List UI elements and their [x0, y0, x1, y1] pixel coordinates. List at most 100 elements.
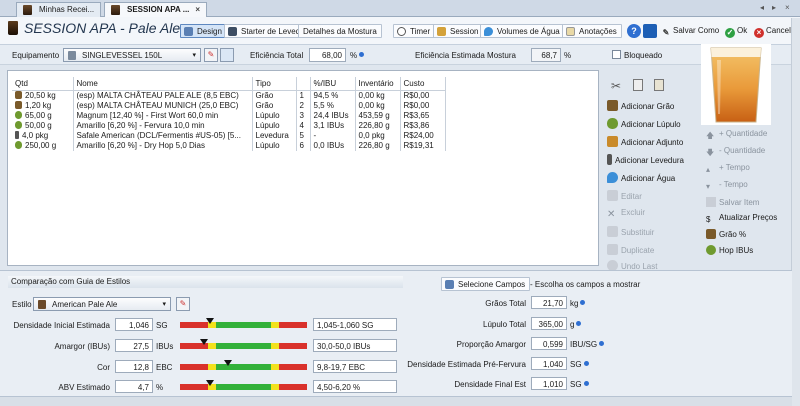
- hop-icon: [607, 118, 618, 129]
- save-as-button[interactable]: ✎ Salvar Como: [661, 26, 720, 38]
- stat-unit: EBC: [156, 363, 173, 372]
- replace-button[interactable]: Substituir: [607, 226, 654, 241]
- beer-color-preview: [701, 44, 771, 125]
- info-dot-icon: [583, 361, 589, 366]
- tab-minhas-receitas[interactable]: Minhas Recei...: [16, 2, 102, 17]
- hop-ibus-button[interactable]: Hop IBUs: [706, 245, 753, 255]
- decrease-time-button[interactable]: ▾ - Tempo: [706, 180, 748, 192]
- style-select[interactable]: American Pale Ale ▾: [33, 297, 171, 311]
- mash-efficiency-value: 68,7: [531, 48, 561, 62]
- field-unit: g: [570, 320, 582, 329]
- column-header-type[interactable]: Tipo: [252, 77, 297, 91]
- water-drop-icon: [607, 172, 618, 183]
- add-adjunct-button[interactable]: Adicionar Adjunto: [607, 136, 683, 151]
- info-dot-icon: [599, 341, 605, 346]
- gauge-segment: [279, 384, 307, 390]
- total-efficiency-input[interactable]: 68,00: [309, 48, 346, 62]
- yeast-vial-icon: [15, 130, 19, 139]
- timer-button[interactable]: Timer: [393, 24, 436, 38]
- style-gauge: [180, 318, 307, 328]
- close-icon[interactable]: ×: [195, 5, 200, 14]
- stat-label: ABV Estimado: [58, 383, 110, 392]
- gauge-segment: [279, 343, 307, 349]
- edit-icon: [607, 190, 618, 201]
- ingredients-table: Qtd Nome Tipo %/IBU Inventário Custo 20,…: [12, 77, 446, 151]
- arrow-down-icon: 🡇: [706, 148, 715, 157]
- add-yeast-button[interactable]: Adicionar Levedura: [607, 154, 684, 169]
- select-fields-button[interactable]: Selecione Campos: [441, 277, 531, 291]
- grain-percent-button[interactable]: Grão %: [706, 229, 746, 239]
- edit-button[interactable]: Editar: [607, 190, 642, 205]
- tab-session-apa[interactable]: SESSION APA ... ×: [104, 2, 208, 18]
- table-row[interactable]: 250,00 g Amarillo [6,20 %] - Dry Hop 5,0…: [12, 140, 446, 151]
- notes-icon: [566, 27, 575, 36]
- beer-icon: [111, 5, 120, 15]
- tab-scroll-right-icon[interactable]: ▸: [772, 3, 776, 12]
- style-range: 1,045-1,060 SG: [313, 318, 397, 331]
- table-row[interactable]: 4,0 pkg Safale American (DCL/Fermentis #…: [12, 130, 446, 141]
- save-equipment-icon[interactable]: [220, 48, 234, 62]
- increase-time-button[interactable]: ▴ + Tempo: [706, 163, 750, 175]
- table-row[interactable]: 1,20 kg (esp) MALTA CHÂTEAU MUNICH (25,0…: [12, 100, 446, 111]
- ok-button[interactable]: ✓ Ok: [725, 26, 747, 38]
- copy-icon[interactable]: [633, 79, 643, 91]
- column-header-qty[interactable]: Qtd: [12, 77, 74, 91]
- edit-equipment-icon[interactable]: ✎: [204, 48, 218, 62]
- stat-unit: IBUs: [156, 342, 174, 351]
- ingredient-actions: Adicionar Grão Adicionar Lúpulo Adiciona…: [607, 100, 707, 271]
- beer-icon: [38, 300, 46, 309]
- stat-value: 27,5: [115, 339, 153, 352]
- duplicate-icon: [607, 244, 618, 255]
- locked-checkbox[interactable]: [612, 50, 621, 59]
- column-header-index[interactable]: [296, 77, 311, 91]
- style-range: 4,50-6,20 %: [313, 380, 397, 393]
- delete-button[interactable]: ✕ Excluir: [607, 208, 645, 223]
- stat-value: 1,046: [115, 318, 153, 331]
- field-label: Densidade Final Est: [454, 380, 526, 389]
- column-header-cost[interactable]: Custo: [400, 77, 446, 91]
- session-button[interactable]: Session: [433, 24, 484, 38]
- stat-value: 12,8: [115, 360, 153, 373]
- edit-style-icon[interactable]: ✎: [176, 297, 190, 311]
- cut-icon[interactable]: ✂: [611, 79, 621, 93]
- grain-icon: [15, 90, 22, 99]
- gauge-segment: [180, 364, 208, 370]
- add-water-button[interactable]: Adicionar Água: [607, 172, 675, 187]
- equipment-select[interactable]: SINGLEVESSEL 150L ▾: [63, 48, 201, 62]
- gauge-segment: [279, 322, 307, 328]
- column-header-name[interactable]: Nome: [73, 77, 253, 91]
- add-hop-button[interactable]: Adicionar Lúpulo: [607, 118, 681, 133]
- stat-label: Densidade Inicial Estimada: [13, 321, 111, 330]
- hop-icon: [15, 120, 22, 129]
- gauge-segment: [271, 384, 280, 390]
- save-icon[interactable]: [643, 24, 657, 38]
- horizontal-scrollbar[interactable]: [0, 396, 792, 406]
- table-row[interactable]: 65,00 g Magnum [12,40 %] - First Wort 60…: [12, 110, 446, 121]
- update-prices-button[interactable]: $ Atualizar Preços: [706, 213, 777, 225]
- water-volumes-button[interactable]: Volumes de Água: [480, 24, 565, 38]
- mash-details-button[interactable]: Detalhes da Mostura: [298, 24, 382, 38]
- field-unit: SG: [570, 360, 589, 369]
- design-button[interactable]: Design: [180, 24, 227, 38]
- duplicate-button[interactable]: Duplicate: [607, 244, 654, 259]
- paste-icon[interactable]: [654, 79, 664, 91]
- table-row[interactable]: 50,00 g Amarillo [6,20 %] - Fervura 10,0…: [12, 120, 446, 131]
- help-icon[interactable]: ?: [627, 24, 641, 38]
- add-grain-button[interactable]: Adicionar Grão: [607, 100, 674, 115]
- close-icon[interactable]: ×: [785, 3, 790, 12]
- vertical-scrollbar[interactable]: [791, 18, 800, 406]
- field-value: 1,010: [531, 377, 567, 390]
- mash-efficiency-label: Eficiência Estimada Mostura: [415, 51, 516, 60]
- column-header-inventory[interactable]: Inventário: [355, 77, 401, 91]
- column-header-pct-ibu[interactable]: %/IBU: [310, 77, 356, 91]
- notes-button[interactable]: Anotações: [562, 24, 622, 38]
- gauge-segment: [271, 343, 280, 349]
- tab-scroll-left-icon[interactable]: ◂: [760, 3, 764, 12]
- hop-icon: [15, 140, 22, 149]
- field-label: Grãos Total: [485, 299, 526, 308]
- table-row[interactable]: 20,50 kg (esp) MALTA CHÂTEAU PALE ALE (8…: [12, 90, 446, 101]
- save-item-button[interactable]: Salvar Item: [706, 197, 759, 207]
- increase-quantity-button[interactable]: 🡅 + Quantidade: [706, 129, 767, 140]
- select-fields-icon: [445, 280, 454, 289]
- decrease-quantity-button[interactable]: 🡇 - Quantidade: [706, 146, 765, 157]
